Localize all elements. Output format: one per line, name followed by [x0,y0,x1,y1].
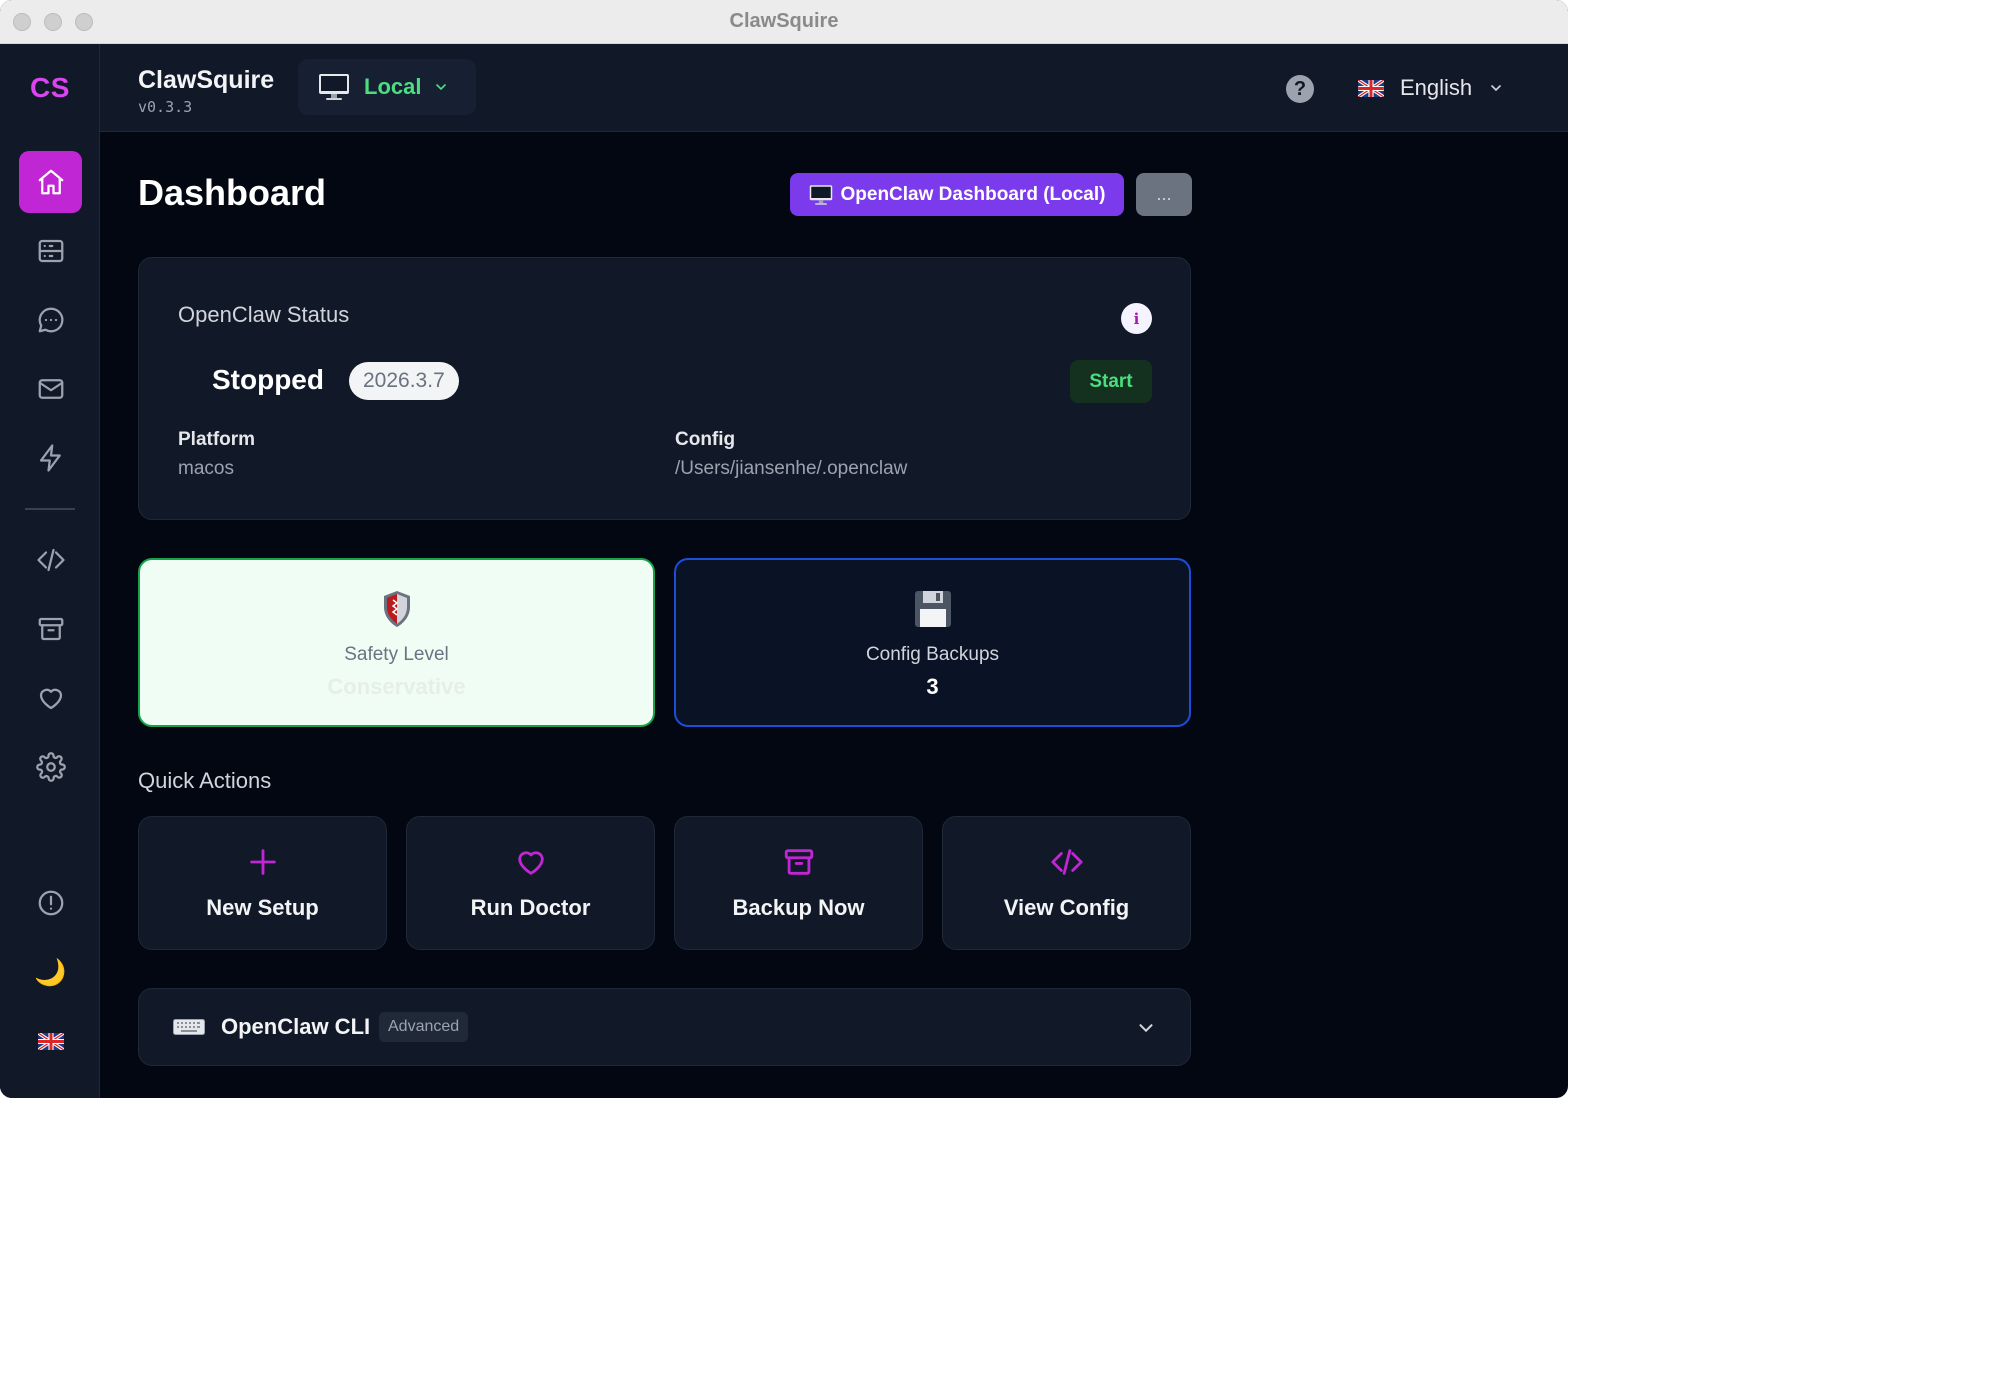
sidebar-item-doctor[interactable] [19,667,82,729]
language-selector[interactable]: English [1358,68,1504,108]
heart-icon [517,851,544,875]
info-icon[interactable]: i [1121,303,1152,334]
window-titlebar: ClawSquire [0,0,1568,44]
start-button[interactable]: Start [1070,360,1152,403]
shield-icon [140,590,653,628]
environment-label: Local [364,74,422,99]
view-config-button[interactable]: View Config [942,816,1191,950]
moon-icon: 🌙 [34,956,67,987]
status-state: Stopped [212,364,324,395]
theme-toggle-button[interactable]: 🌙 [19,941,82,1003]
sidebar-item-alerts[interactable] [19,872,82,934]
app-window: ClawSquire CS 🌙 ClawSquire v0.3.3 Local … [0,0,1568,1098]
more-options-button[interactable]: ... [1136,173,1192,216]
openclaw-cli-accordion[interactable]: OpenClaw CLI Advanced [138,988,1191,1066]
config-label: Config [675,429,736,450]
chevron-down-icon [1139,1024,1153,1033]
help-icon[interactable]: ? [1286,75,1314,103]
app-name: ClawSquire [138,66,275,94]
openclaw-status-card: OpenClaw Status i Stopped 2026.3.7 Start… [138,257,1191,520]
alert-circle-icon [38,890,63,916]
chevron-down-icon [436,84,447,91]
safety-level-label: Safety Level [344,644,449,665]
plus-icon [249,849,276,875]
home-icon [38,169,63,195]
app-version: v0.3.3 [138,98,193,116]
chat-icon [38,307,63,333]
language-label: English [1400,75,1473,100]
archive-icon [38,617,63,641]
platform-label: Platform [178,429,256,450]
advanced-badge: Advanced [379,1012,469,1042]
uk-flag-icon [1358,79,1384,97]
gear-icon [35,752,66,782]
page-title: Dashboard [138,172,327,213]
openclaw-dashboard-button[interactable]: OpenClaw Dashboard (Local) [790,173,1124,216]
uk-flag-icon [37,1032,64,1050]
environment-selector[interactable]: Local [298,59,476,115]
mail-icon [38,379,63,399]
cli-title: OpenClaw CLI [221,1014,371,1039]
sidebar-item-servers[interactable] [19,220,82,282]
run-doctor-button[interactable]: Run Doctor [406,816,655,950]
config-path-value: /Users/jiansenhe/.openclaw [675,458,908,479]
sidebar-item-backups[interactable] [19,598,82,660]
floppy-disk-icon [676,590,1189,628]
sidebar-language-button[interactable] [19,1010,82,1072]
sidebar-item-home[interactable] [19,151,82,213]
status-heading: OpenClaw Status [178,302,350,327]
sidebar: CS 🌙 [0,44,100,1098]
code-icon [1050,849,1083,875]
code-icon [36,548,65,572]
config-backups-card[interactable]: Config Backups 3 [674,558,1191,727]
quick-actions-title: Quick Actions [138,768,272,793]
safety-level-card[interactable]: Safety Level Conservative [138,558,655,727]
run-doctor-label: Run Doctor [470,895,591,920]
openclaw-dashboard-button-label: OpenClaw Dashboard (Local) [840,183,1106,205]
backup-now-button[interactable]: Backup Now [674,816,923,950]
heart-icon [39,688,62,710]
backup-now-label: Backup Now [732,895,865,920]
archive-icon [784,849,813,875]
monitor-icon [319,74,349,100]
keyboard-icon [173,1019,205,1035]
monitor-icon [809,184,832,205]
new-setup-button[interactable]: New Setup [138,816,387,950]
top-header: ClawSquire v0.3.3 Local ? English [100,44,1568,132]
sidebar-item-chat[interactable] [19,289,82,351]
sidebar-item-actions[interactable] [19,427,82,489]
window-title: ClawSquire [729,10,839,32]
version-badge: 2026.3.7 [349,362,459,400]
platform-value: macos [178,458,234,479]
sidebar-divider [25,508,75,510]
config-backups-label: Config Backups [865,644,1000,665]
app-logo: CS [30,72,70,103]
bolt-icon [39,444,61,472]
chevron-down-icon [1491,85,1501,92]
sidebar-item-config[interactable] [19,529,82,591]
config-backups-count: 3 [926,674,939,699]
safety-level-value: Conservative [327,674,466,699]
sidebar-item-mail[interactable] [19,358,82,420]
view-config-label: View Config [1003,895,1130,920]
server-icon [38,239,63,263]
sidebar-item-settings[interactable] [19,736,82,798]
new-setup-label: New Setup [206,895,319,920]
